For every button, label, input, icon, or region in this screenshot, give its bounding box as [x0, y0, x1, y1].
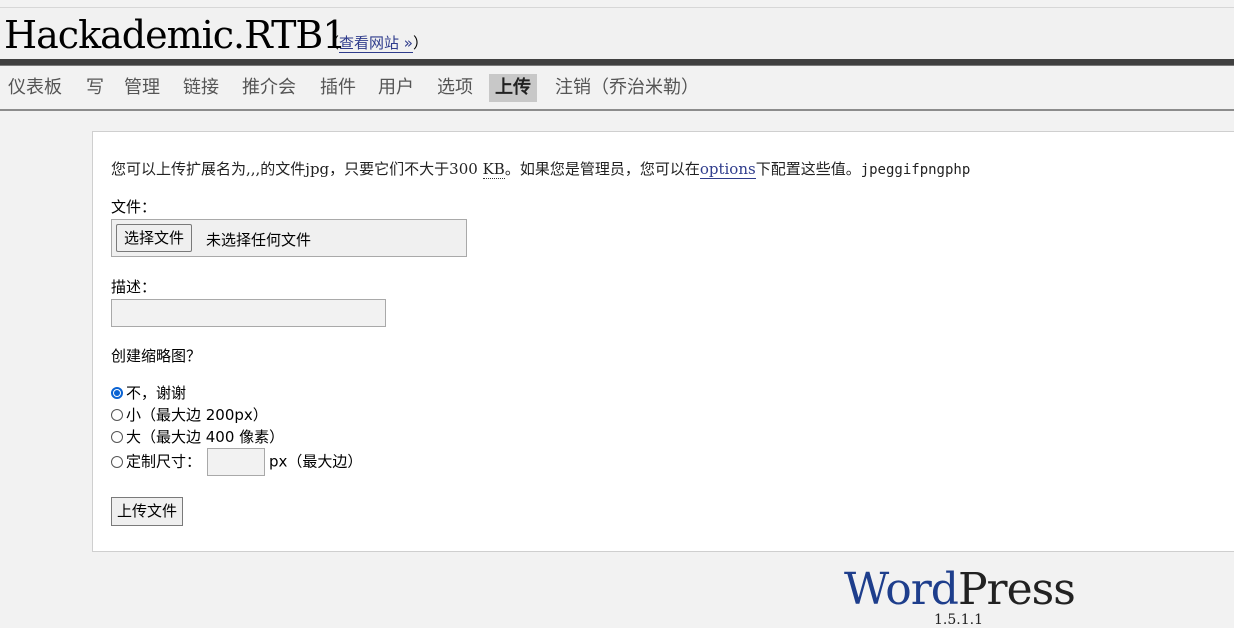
header-divider [0, 59, 1234, 65]
thumbnail-option-custom[interactable]: 定制尺寸： px（最大边） [111, 448, 362, 476]
site-title: Hackademic.RTB1 [4, 13, 347, 57]
menu-item-users[interactable]: 用户 [372, 74, 420, 102]
file-label: 文件： [111, 198, 157, 216]
visit-site-close: ） [412, 34, 428, 52]
custom-size-label: 定制尺寸： [126, 452, 202, 471]
visit-site: （查看网站 »） [324, 32, 428, 53]
header: Hackademic.RTB1 （查看网站 »） [0, 7, 1234, 60]
thumbnail-option-large[interactable]: 大（最大边 400 像素） [111, 426, 284, 447]
thumbnail-option-label: 大（最大边 400 像素） [126, 428, 285, 446]
custom-size-input[interactable] [207, 448, 266, 476]
visit-site-open: （ [324, 34, 340, 52]
thumbnail-option-label: 不，谢谢 [126, 384, 187, 402]
wordpress-logo[interactable]: WordPress [844, 568, 1076, 612]
file-status: 未选择任何文件 [206, 231, 312, 249]
upload-info-text: 您可以上传扩展名为,,,的文件jpg，只要它们不大于300 [111, 160, 478, 178]
upload-file-button[interactable]: 上传文件 [111, 497, 184, 526]
upload-info-text-2: 。如果您是管理员，您可以在 [504, 160, 700, 178]
menu-item-manage[interactable]: 管理 [118, 74, 166, 102]
radio-small[interactable] [111, 409, 123, 421]
upload-info: 您可以上传扩展名为,,,的文件jpg，只要它们不大于300 KB。如果您是管理员… [111, 158, 970, 179]
admin-menu: 仪表板 写 管理 链接 推介会 插件 用户 选项 上传 注销（乔治米勒） [0, 74, 1234, 106]
thumbnail-option-small[interactable]: 小（最大边 200px） [111, 404, 268, 425]
description-label: 描述： [111, 278, 157, 296]
thumbnail-label: 创建缩略图？ [111, 347, 202, 365]
menu-item-options[interactable]: 选项 [431, 74, 479, 102]
menu-item-logout[interactable]: 注销（乔治米勒） [549, 74, 705, 102]
choose-file-button[interactable]: 选择文件 [116, 224, 193, 252]
file-input[interactable]: 选择文件 未选择任何文件 [111, 219, 467, 257]
description-input[interactable] [111, 299, 386, 327]
menu-item-write[interactable]: 写 [80, 74, 110, 102]
menu-item-dashboard[interactable]: 仪表板 [2, 74, 68, 102]
menu-item-presentation[interactable]: 推介会 [236, 74, 302, 102]
radio-none[interactable] [111, 387, 123, 399]
menu-item-links[interactable]: 链接 [177, 74, 225, 102]
menu-item-plugins[interactable]: 插件 [314, 74, 362, 102]
thumbnail-option-none[interactable]: 不，谢谢 [111, 382, 186, 403]
custom-size-suffix: px（最大边） [269, 452, 363, 471]
kb-abbr: KB [482, 160, 505, 179]
menu-divider [0, 109, 1234, 111]
upload-panel: 您可以上传扩展名为,,,的文件jpg，只要它们不大于300 KB。如果您是管理员… [92, 131, 1234, 552]
radio-large[interactable] [111, 431, 123, 443]
allowed-extensions: jpeggifpngphp [860, 162, 971, 178]
menu-item-upload[interactable]: 上传 [489, 74, 537, 102]
logo-word: Word [844, 564, 959, 615]
visit-site-link[interactable]: 查看网站 » [339, 34, 413, 53]
wordpress-version: 1.5.1.1 [934, 612, 983, 628]
thumbnail-option-label: 小（最大边 200px） [126, 406, 268, 424]
radio-custom[interactable] [111, 455, 123, 468]
logo-press: Press [957, 564, 1076, 615]
upload-info-text-3: 下配置这些值。 [755, 160, 861, 178]
options-link[interactable]: options [699, 160, 756, 179]
